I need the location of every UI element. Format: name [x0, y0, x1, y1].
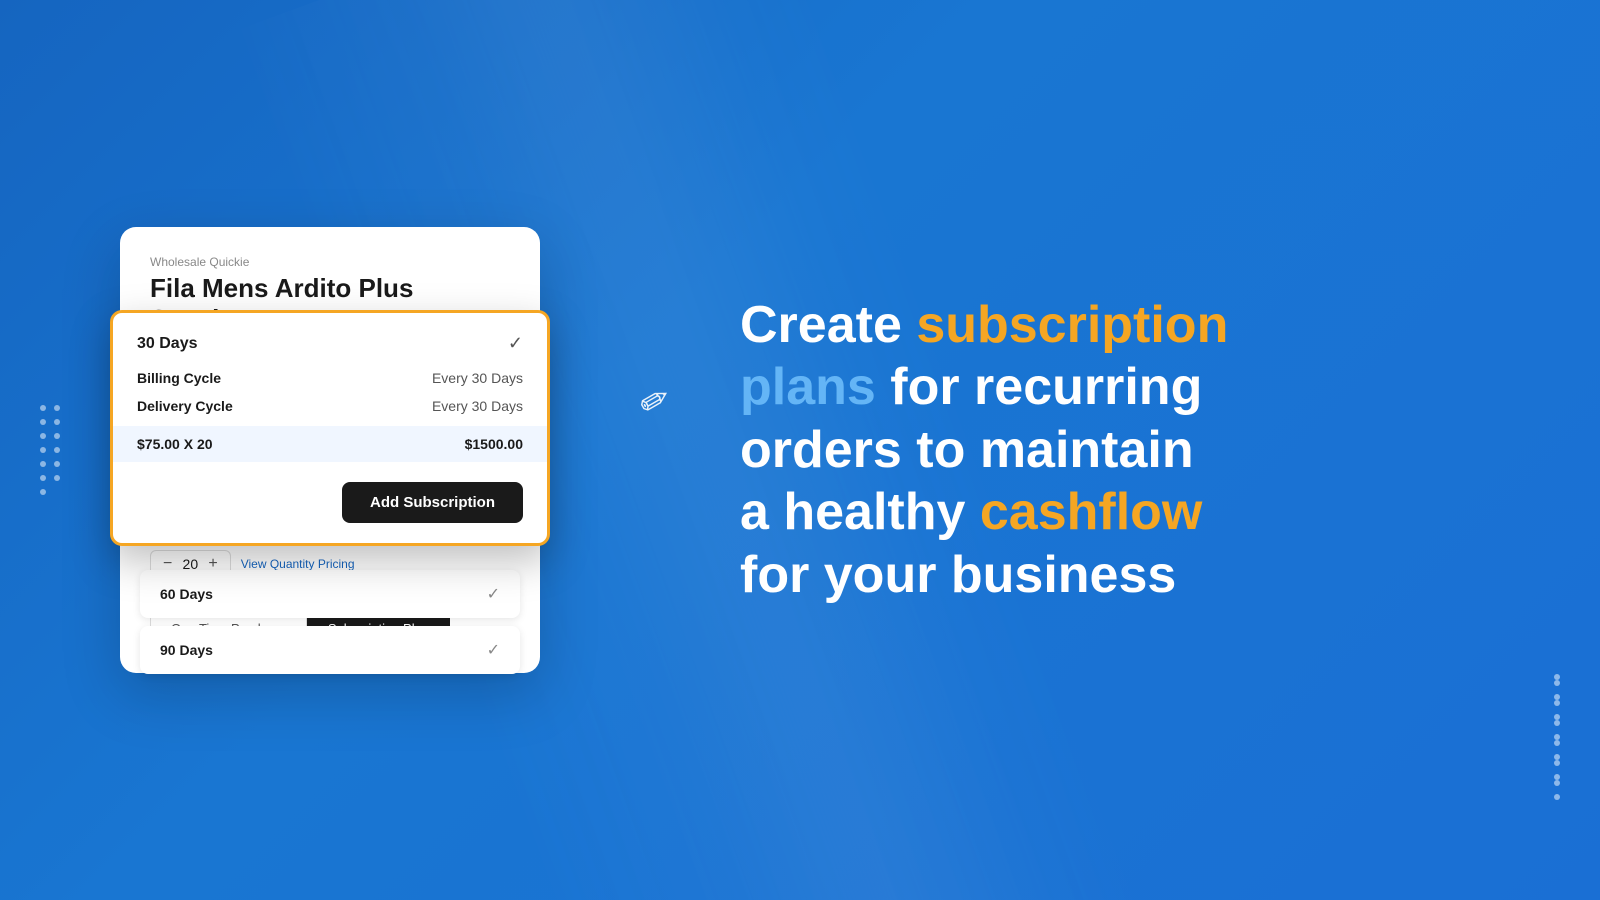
sub-price-value: $1500.00 [465, 436, 523, 452]
hero-line4: a healthy cashflow [740, 483, 1202, 541]
plan-60-days[interactable]: 60 Days ✓ [140, 570, 520, 618]
delivery-cycle-value: Every 30 Days [432, 398, 523, 414]
billing-cycle-value: Every 30 Days [432, 370, 523, 386]
sub-price-row: $75.00 X 20 $1500.00 [113, 426, 547, 462]
store-name: Wholesale Quickie [150, 255, 510, 269]
hero-line5: for your business [740, 546, 1176, 604]
hero-cashflow: cashflow [980, 483, 1203, 541]
sub-price-label: $75.00 X 20 [137, 436, 213, 452]
delivery-cycle-row: Delivery Cycle Every 30 Days [137, 398, 523, 414]
hero-recurring: for recurring [876, 358, 1203, 416]
hero-line1: Create subscription [740, 296, 1228, 354]
hero-healthy: a healthy [740, 483, 980, 541]
hero-create: Create [740, 296, 916, 354]
other-plans: 60 Days ✓ 90 Days ✓ [140, 570, 520, 682]
delivery-cycle-label: Delivery Cycle [137, 398, 233, 414]
subscription-panel: 30 Days ✓ Billing Cycle Every 30 Days De… [110, 310, 550, 546]
sub-plan-title: 30 Days [137, 335, 198, 353]
checkmark-icon: ✓ [508, 333, 523, 354]
hero-section: Create subscription plans for recurring … [660, 234, 1600, 666]
hero-text: Create subscription plans for recurring … [740, 294, 1520, 606]
plan-60-check: ✓ [487, 584, 500, 604]
plan-60-label: 60 Days [160, 586, 213, 602]
hero-line3: orders to maintain [740, 421, 1194, 479]
plan-90-check: ✓ [487, 640, 500, 660]
hero-line2: plans for recurring [740, 358, 1202, 416]
sub-plan-row: 30 Days ✓ [137, 333, 523, 354]
add-subscription-button[interactable]: Add Subscription [342, 482, 523, 523]
billing-cycle-label: Billing Cycle [137, 370, 221, 386]
plan-90-days[interactable]: 90 Days ✓ [140, 626, 520, 674]
plan-90-label: 90 Days [160, 642, 213, 658]
hero-plans: plans [740, 358, 876, 416]
hero-subscription: subscription [916, 296, 1228, 354]
billing-cycle-row: Billing Cycle Every 30 Days [137, 370, 523, 386]
